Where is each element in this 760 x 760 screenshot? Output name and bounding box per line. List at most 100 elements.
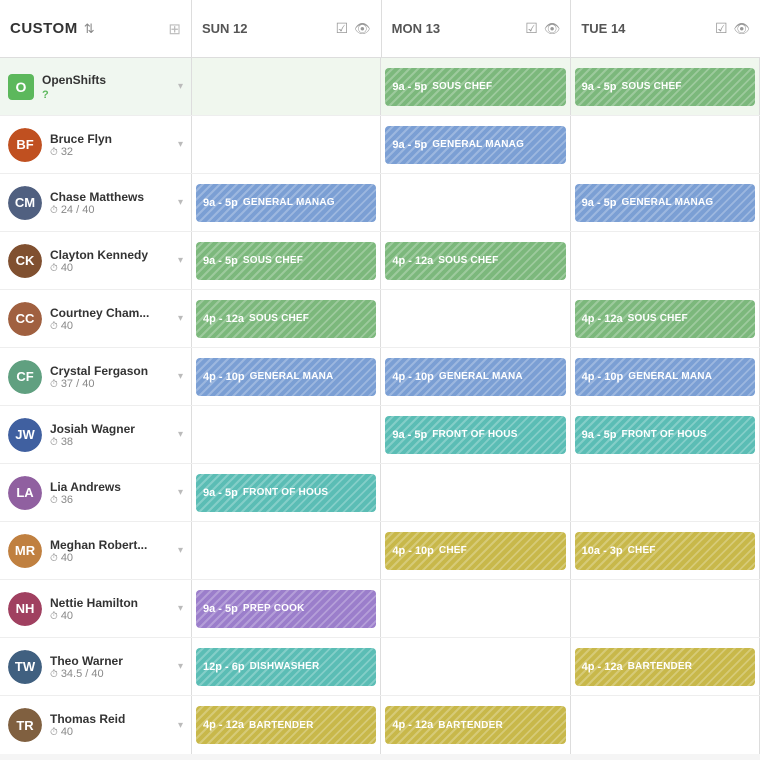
hours-val-theo: 34.5 / 40: [61, 668, 104, 680]
shift-meghan-mon[interactable]: 4p - 10p CHEF: [385, 532, 565, 570]
chevron-clayton[interactable]: ▾: [178, 255, 183, 266]
bruce-mon-time: 9a - 5p: [392, 139, 427, 151]
info-clayton: Clayton Kennedy 40: [50, 248, 170, 274]
nettie-sun[interactable]: 9a - 5p PREP COOK: [192, 580, 381, 637]
meghan-mon[interactable]: 4p - 10p CHEF: [381, 522, 570, 579]
theo-sun[interactable]: 12p - 6p DISHWASHER: [192, 638, 381, 695]
clayton-mon[interactable]: 4p - 12a SOUS CHEF: [381, 232, 570, 289]
name-theo: Theo Warner: [50, 654, 170, 668]
hours-val-meghan: 40: [61, 552, 73, 564]
open-shifts-chevron[interactable]: ▾: [178, 81, 183, 92]
shift-thomas-mon[interactable]: 4p - 12a BARTENDER: [385, 706, 565, 744]
employee-row-clayton: CK Clayton Kennedy 40 ▾ 9a - 5p SOUS CHE…: [0, 232, 760, 290]
josiah-tue-time: 9a - 5p: [582, 429, 617, 441]
chevron-nettie[interactable]: ▾: [178, 603, 183, 614]
crystal-mon-role: GENERAL MANA: [439, 371, 523, 382]
hours-chase: 24 / 40: [50, 204, 170, 216]
grid-icon[interactable]: ⊞: [168, 20, 181, 38]
open-shift-sous-chef-tue[interactable]: 9a - 5p SOUS CHEF: [575, 68, 755, 106]
shift-clayton-sun[interactable]: 9a - 5p SOUS CHEF: [196, 242, 376, 280]
crystal-sun[interactable]: 4p - 10p GENERAL MANA: [192, 348, 381, 405]
employee-cell-theo: TW Theo Warner 34.5 / 40 ▾: [0, 638, 192, 695]
clock-bruce: [50, 146, 58, 158]
open-shift-sous-chef-mon[interactable]: 9a - 5p SOUS CHEF: [385, 68, 565, 106]
chevron-crystal[interactable]: ▾: [178, 371, 183, 382]
lia-tue: [571, 464, 760, 521]
chase-mon: [381, 174, 570, 231]
shift-bruce-mon[interactable]: 9a - 5p GENERAL MANAG: [385, 126, 565, 164]
open-shifts-row: O OpenShifts ? ▾ 9a - 5p SOUS CHEF 9a - …: [0, 58, 760, 116]
day-header-tue-icons: ☑ 👁: [715, 20, 750, 37]
crystal-mon[interactable]: 4p - 10p GENERAL MANA: [381, 348, 570, 405]
shift-chase-tue[interactable]: 9a - 5p GENERAL MANAG: [575, 184, 755, 222]
info-bruce: Bruce Flyn 32: [50, 132, 170, 158]
employee-row-josiah: JW Josiah Wagner 38 ▾ 9a - 5p FRONT OF H…: [0, 406, 760, 464]
check-icon-tue[interactable]: ☑: [715, 20, 728, 37]
clock-lia: [50, 494, 58, 506]
theo-tue[interactable]: 4p - 12a BARTENDER: [571, 638, 760, 695]
clayton-sun[interactable]: 9a - 5p SOUS CHEF: [192, 232, 381, 289]
day-label-tue: TUE 14: [581, 21, 625, 36]
shift-chase-sun[interactable]: 9a - 5p GENERAL MANAG: [196, 184, 376, 222]
employee-cell-nettie: NH Nettie Hamilton 40 ▾: [0, 580, 192, 637]
lia-sun[interactable]: 9a - 5p FRONT OF HOUS: [192, 464, 381, 521]
info-courtney: Courtney Cham... 40: [50, 306, 170, 332]
courtney-tue[interactable]: 4p - 12a SOUS CHEF: [571, 290, 760, 347]
chevron-chase[interactable]: ▾: [178, 197, 183, 208]
thomas-sun[interactable]: 4p - 12a BARTENDER: [192, 696, 381, 754]
shift-courtney-tue[interactable]: 4p - 12a SOUS CHEF: [575, 300, 755, 338]
name-courtney: Courtney Cham...: [50, 306, 170, 320]
shift-theo-tue[interactable]: 4p - 12a BARTENDER: [575, 648, 755, 686]
crystal-tue[interactable]: 4p - 10p GENERAL MANA: [571, 348, 760, 405]
shift-clayton-mon[interactable]: 4p - 12a SOUS CHEF: [385, 242, 565, 280]
employee-row-lia: LA Lia Andrews 36 ▾ 9a - 5p FRONT OF HOU…: [0, 464, 760, 522]
open-shifts-question[interactable]: ?: [42, 89, 49, 101]
thomas-mon[interactable]: 4p - 12a BARTENDER: [381, 696, 570, 754]
josiah-tue[interactable]: 9a - 5p FRONT OF HOUS: [571, 406, 760, 463]
meghan-tue-role: CHEF: [628, 545, 656, 556]
shift-josiah-mon[interactable]: 9a - 5p FRONT OF HOUS: [385, 416, 565, 454]
chevron-lia[interactable]: ▾: [178, 487, 183, 498]
chase-tue[interactable]: 9a - 5p GENERAL MANAG: [571, 174, 760, 231]
sort-icon[interactable]: ⇅: [84, 21, 95, 37]
josiah-sun: [192, 406, 381, 463]
clock-thomas: [50, 726, 58, 738]
eye-icon-mon[interactable]: 👁: [544, 21, 561, 37]
shift-crystal-mon[interactable]: 4p - 10p GENERAL MANA: [385, 358, 565, 396]
check-icon-mon[interactable]: ☑: [525, 20, 538, 37]
shift-theo-sun[interactable]: 12p - 6p DISHWASHER: [196, 648, 376, 686]
scheduler-container: CUSTOM ⇅ ⊞ SUN 12 ☑ 👁 MON 13 ☑ 👁 TUE 14 …: [0, 0, 760, 760]
bruce-sun: [192, 116, 381, 173]
shift-nettie-sun[interactable]: 9a - 5p PREP COOK: [196, 590, 376, 628]
shift-courtney-sun[interactable]: 4p - 12a SOUS CHEF: [196, 300, 376, 338]
open-shifts-mon[interactable]: 9a - 5p SOUS CHEF: [381, 58, 570, 115]
open-shifts-tue[interactable]: 9a - 5p SOUS CHEF: [571, 58, 760, 115]
clock-crystal: [50, 378, 58, 390]
nettie-sun-time: 9a - 5p: [203, 603, 238, 615]
chevron-theo[interactable]: ▾: [178, 661, 183, 672]
avatar-bruce: BF: [8, 128, 42, 162]
name-bruce: Bruce Flyn: [50, 132, 170, 146]
eye-icon-sun[interactable]: 👁: [354, 21, 371, 37]
shift-thomas-sun[interactable]: 4p - 12a BARTENDER: [196, 706, 376, 744]
clayton-sun-role: SOUS CHEF: [243, 255, 303, 266]
meghan-tue[interactable]: 10a - 3p CHEF: [571, 522, 760, 579]
josiah-mon[interactable]: 9a - 5p FRONT OF HOUS: [381, 406, 570, 463]
chevron-bruce[interactable]: ▾: [178, 139, 183, 150]
chevron-courtney[interactable]: ▾: [178, 313, 183, 324]
eye-icon-tue[interactable]: 👁: [734, 21, 751, 37]
bruce-mon[interactable]: 9a - 5p GENERAL MANAG: [381, 116, 570, 173]
shift-josiah-tue[interactable]: 9a - 5p FRONT OF HOUS: [575, 416, 755, 454]
check-icon-sun[interactable]: ☑: [336, 20, 349, 37]
chevron-meghan[interactable]: ▾: [178, 545, 183, 556]
shift-meghan-tue[interactable]: 10a - 3p CHEF: [575, 532, 755, 570]
shift-lia-sun[interactable]: 9a - 5p FRONT OF HOUS: [196, 474, 376, 512]
shift-crystal-tue[interactable]: 4p - 10p GENERAL MANA: [575, 358, 755, 396]
chevron-josiah[interactable]: ▾: [178, 429, 183, 440]
crystal-sun-time: 4p - 10p: [203, 371, 245, 383]
chevron-thomas[interactable]: ▾: [178, 720, 183, 731]
courtney-sun[interactable]: 4p - 12a SOUS CHEF: [192, 290, 381, 347]
shift-crystal-sun[interactable]: 4p - 10p GENERAL MANA: [196, 358, 376, 396]
chase-sun[interactable]: 9a - 5p GENERAL MANAG: [192, 174, 381, 231]
hours-val-courtney: 40: [61, 320, 73, 332]
